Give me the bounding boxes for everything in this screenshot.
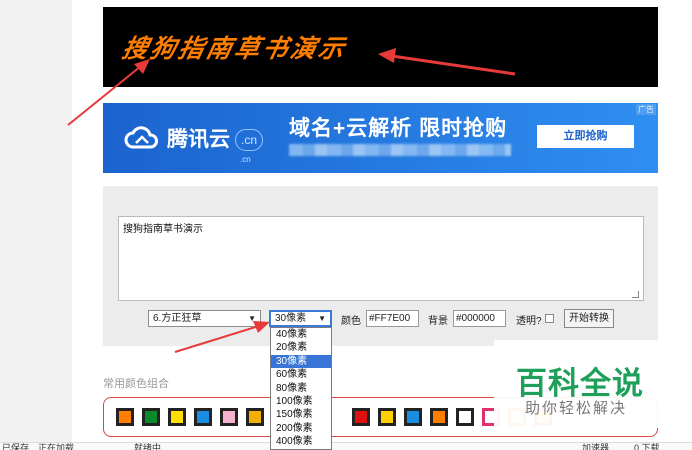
cloud-icon [124,126,158,149]
transparent-checkbox[interactable] [545,314,554,323]
color-input[interactable]: #FF7E00 [366,310,419,327]
size-option[interactable]: 60像素 [271,368,331,381]
size-option[interactable]: 200像素 [271,422,331,435]
size-option[interactable]: 80像素 [271,382,331,395]
status-text-1: 已保存 [2,443,30,450]
font-select[interactable]: 6.方正狂草 ▼ [148,310,261,327]
size-option[interactable]: 40像素 [271,328,331,341]
status-text-4[interactable]: 加速器 [582,443,609,450]
chevron-down-icon: ▼ [318,314,326,323]
color-swatch-fill [223,411,235,423]
resize-grip-icon[interactable] [632,291,639,298]
ad-logo: 腾讯云 [123,123,230,153]
color-swatch-fill [433,411,445,423]
color-swatch[interactable] [194,408,212,426]
background-input[interactable]: #000000 [453,310,506,327]
convert-button[interactable]: 开始转换 [564,309,614,328]
ad-tag: 广告 [636,104,656,115]
size-dropdown-list[interactable]: 40像素 20像素 30像素 60像素 80像素 100像素 150像素 200像素 400像素 [270,327,332,450]
ad-cn-badge: .cn [235,129,263,151]
size-select-value: 30像素 [275,313,307,324]
preview-text: 搜狗指南草书演示 [119,34,350,63]
color-swatch-fill [145,411,157,423]
ad-brand: 腾讯云 [167,128,230,151]
chevron-down-icon: ▼ [248,314,256,323]
background-label: 背景 [428,316,448,327]
color-swatch-fill [459,411,471,423]
text-input[interactable]: 搜狗指南草书演示 [118,216,644,301]
converter-panel: 搜狗指南草书演示 6.方正狂草 ▼ 30像素 ▼ 颜色 #FF7E00 背景 #… [103,186,658,346]
color-swatch[interactable] [456,408,474,426]
color-swatch[interactable] [116,408,134,426]
color-section-title: 常用颜色组合 [103,378,169,390]
size-select[interactable]: 30像素 ▼ [269,310,332,327]
color-swatch[interactable] [430,408,448,426]
status-text-2: 正在加载 [38,443,75,450]
status-text-3: 就绪中 [134,443,162,450]
ad-buy-now-button[interactable]: 立即抢购 [537,125,634,148]
size-option[interactable]: 400像素 [271,435,331,448]
font-select-value: 6.方正狂草 [153,313,202,324]
color-swatch-fill [249,411,261,423]
color-swatch-fill [197,411,209,423]
status-bar: 已保存 正在加载 就绪中 加速器 0 下载 [0,442,692,450]
color-swatch[interactable] [220,408,238,426]
status-text-5[interactable]: 0 下载 [634,443,660,450]
color-swatch[interactable] [168,408,186,426]
controls-row: 6.方正狂草 ▼ 30像素 ▼ 颜色 #FF7E00 背景 #000000 透明… [103,309,658,328]
calligraphy-preview: 搜狗指南草书演示 [103,7,658,87]
size-option[interactable]: 20像素 [271,341,331,354]
watermark-logo: 百科全说 助你轻松解决 [494,340,658,428]
size-option[interactable]: 150像素 [271,408,331,421]
ad-headline: 域名+云解析 限时抢购 [289,117,508,140]
ad-cn-sub: .cn [240,155,251,164]
color-swatch-fill [171,411,183,423]
color-swatch[interactable] [352,408,370,426]
color-swatch-fill [355,411,367,423]
color-swatch-fill [119,411,131,423]
color-swatch[interactable] [378,408,396,426]
size-option[interactable]: 30像素 [271,354,331,369]
color-swatch[interactable] [246,408,264,426]
color-swatch-fill [407,411,419,423]
color-swatch[interactable] [404,408,422,426]
color-swatch[interactable] [142,408,160,426]
color-swatch-fill [381,411,393,423]
transparent-label: 透明? [516,316,542,327]
ad-blurred-text [289,144,511,156]
tencent-cloud-ad-banner[interactable]: 腾讯云 .cn .cn 域名+云解析 限时抢购 立即抢购 广告 [103,103,658,173]
watermark-sub: 助你轻松解决 [525,400,628,417]
size-option[interactable]: 100像素 [271,395,331,408]
color-label: 颜色 [341,316,361,327]
